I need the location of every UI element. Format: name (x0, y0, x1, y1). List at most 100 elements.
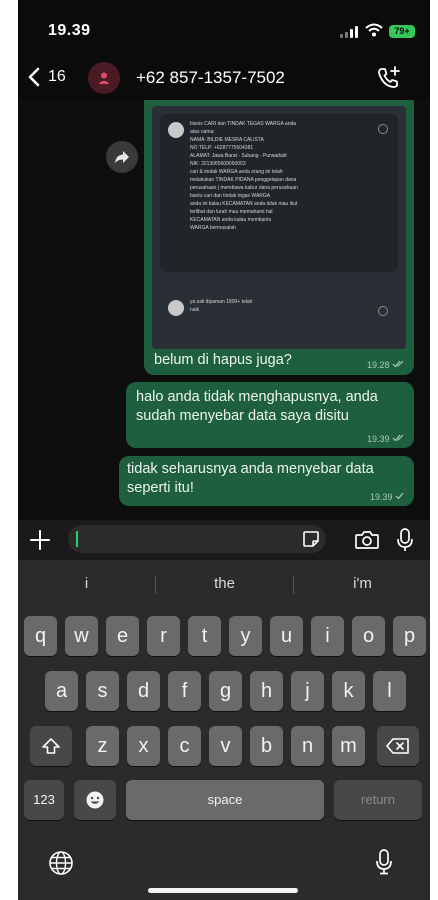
person-icon (98, 72, 110, 84)
key-m[interactable]: m (332, 726, 365, 766)
screenshot-text-line: NO TELP: +6287775604381 (190, 145, 254, 151)
key-c[interactable]: c (168, 726, 201, 766)
message-bubble-outgoing[interactable]: halo anda tidak menghapusnya, anda sudah… (126, 382, 414, 448)
battery-icon: 79+ (389, 25, 415, 38)
key-k[interactable]: k (332, 671, 365, 711)
contact-name[interactable]: +62 857-1357-7502 (136, 68, 285, 88)
screenshot-text-line: cari & tindak WARGA anda orang ini telah (190, 169, 283, 175)
key-p[interactable]: p (393, 616, 426, 656)
forward-button[interactable] (106, 141, 138, 173)
emoji-key[interactable] (74, 780, 116, 820)
message-bubble-outgoing[interactable]: bisnis CARI dan TINDAK TEGAS WARGA anda a… (144, 100, 414, 375)
emoji-icon (86, 791, 104, 809)
signal-icon (340, 26, 358, 38)
message-input[interactable] (68, 525, 326, 553)
double-check-icon (392, 360, 404, 368)
suggestion-3[interactable]: i'm (294, 570, 430, 598)
backspace-icon (386, 738, 409, 754)
key-l[interactable]: l (373, 671, 406, 711)
shift-key[interactable] (30, 726, 72, 766)
screenshot-text-line: WARGA bermasalah (190, 225, 236, 231)
back-button[interactable]: 16 (28, 64, 66, 90)
forwarded-screenshot-image[interactable]: bisnis CARI dan TINDAK TEGAS WARGA anda a… (152, 106, 406, 349)
screenshot-text-line: NIK: 3213065609050003 (190, 161, 246, 167)
heart-icon (378, 124, 388, 134)
message-time: 19.39 (370, 492, 404, 502)
globe-icon[interactable] (48, 850, 74, 876)
screenshot-text-line: anda ini kalau KECAMATAN anda tidak mau … (190, 201, 298, 207)
phone-screen: 19.39 79+ 16 +62 857-1357-7502 bisnis CA… (18, 0, 430, 900)
backspace-key[interactable] (377, 726, 419, 766)
chat-area[interactable]: bisnis CARI dan TINDAK TEGAS WARGA anda a… (18, 100, 430, 520)
screenshot-text-line: KECAMATAN anda kalau membantu (190, 217, 272, 223)
screenshot-comment-text: ya asli dipaman 1800+ telah naik (190, 298, 380, 314)
text-cursor (76, 531, 78, 547)
return-key[interactable]: return (334, 780, 422, 820)
on-screen-keyboard: i the i'm 123 space return q w e r t y u… (18, 560, 430, 900)
message-input-bar (18, 520, 430, 560)
key-n[interactable]: n (291, 726, 324, 766)
screenshot-comment-text: bisnis CARI dan TINDAK TEGAS WARGA anda a… (190, 120, 380, 232)
dictation-microphone-icon[interactable] (374, 848, 394, 876)
screenshot-text-line: perusahaan | membawa kabur dana perusaha… (190, 185, 298, 191)
message-text: halo anda tidak menghapusnya, anda sudah… (136, 389, 378, 424)
sticker-icon[interactable] (302, 530, 320, 548)
suggestion-bar: i the i'm (18, 570, 430, 598)
key-e[interactable]: e (106, 616, 139, 656)
screenshot-text-line: bisnis CARI dan TINDAK TEGAS WARGA anda (190, 121, 297, 127)
shift-icon (42, 738, 60, 754)
heart-icon (378, 306, 388, 316)
message-text: belum di hapus juga? (154, 352, 292, 368)
camera-icon[interactable] (354, 529, 380, 551)
contact-avatar[interactable] (88, 62, 120, 94)
key-a[interactable]: a (45, 671, 78, 711)
key-w[interactable]: w (65, 616, 98, 656)
message-time: 19.28 (367, 360, 404, 370)
key-u[interactable]: u (270, 616, 303, 656)
screenshot-comment-2: ya asli dipaman 1800+ telah naik (160, 296, 398, 338)
message-time: 19.39 (367, 434, 404, 444)
single-check-icon (395, 492, 404, 500)
screenshot-text-line: naik (190, 307, 200, 313)
key-y[interactable]: y (229, 616, 262, 656)
screenshot-text-line: ALAMAT: Jawa Barat - Subang - Purwadadi (190, 153, 287, 159)
plus-icon[interactable] (28, 528, 52, 552)
key-o[interactable]: o (352, 616, 385, 656)
key-b[interactable]: b (250, 726, 283, 766)
suggestion-1[interactable]: i (18, 570, 155, 598)
screenshot-text-line: NAMA: BILDIE MESRA CALISTA (190, 137, 264, 143)
key-i[interactable]: i (311, 616, 344, 656)
key-d[interactable]: d (127, 671, 160, 711)
home-indicator[interactable] (148, 888, 298, 893)
add-call-icon[interactable] (374, 64, 402, 92)
key-h[interactable]: h (250, 671, 283, 711)
chat-header: 16 +62 857-1357-7502 (18, 56, 430, 100)
double-check-icon (392, 434, 404, 442)
screenshot-text-line: atas nama: (190, 129, 215, 135)
status-bar: 19.39 79+ (18, 0, 430, 56)
space-key[interactable]: space (126, 780, 324, 820)
key-g[interactable]: g (209, 671, 242, 711)
screenshot-text-line: melakukan TINDAK PIDANA penggelapan dana (190, 177, 297, 183)
key-s[interactable]: s (86, 671, 119, 711)
key-t[interactable]: t (188, 616, 221, 656)
key-f[interactable]: f (168, 671, 201, 711)
numbers-key[interactable]: 123 (24, 780, 64, 820)
message-bubble-outgoing[interactable]: tidak seharusnya anda menyebar data sepe… (119, 456, 414, 506)
suggestion-2[interactable]: the (156, 570, 293, 598)
key-x[interactable]: x (127, 726, 160, 766)
status-time: 19.39 (48, 22, 91, 39)
wifi-icon (365, 23, 383, 37)
key-v[interactable]: v (209, 726, 242, 766)
unread-count: 16 (48, 68, 66, 85)
screenshot-text-line: terlibat dan lurah mau memahami hal (190, 209, 273, 215)
key-q[interactable]: q (24, 616, 57, 656)
screenshot-text-line: bantu cari dan tindak tegas WARGA (190, 193, 271, 199)
microphone-icon[interactable] (396, 527, 414, 553)
key-j[interactable]: j (291, 671, 324, 711)
key-z[interactable]: z (86, 726, 119, 766)
message-text: tidak seharusnya anda menyebar data sepe… (127, 461, 374, 496)
screenshot-comment-1: bisnis CARI dan TINDAK TEGAS WARGA anda a… (160, 114, 398, 272)
avatar (168, 122, 184, 138)
key-r[interactable]: r (147, 616, 180, 656)
